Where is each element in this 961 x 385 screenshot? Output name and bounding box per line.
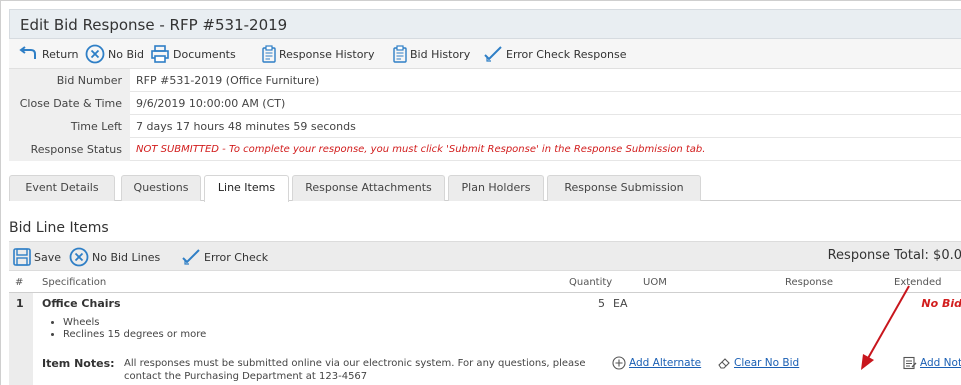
tab-line-items[interactable]: Line Items bbox=[204, 175, 289, 202]
col-extended-header: Extended bbox=[894, 277, 942, 288]
tab-response-submission[interactable]: Response Submission bbox=[547, 175, 701, 201]
table-row: 1 Office Chairs 5 EA No Bid Wheels Recli… bbox=[9, 293, 961, 385]
page-frame: Edit Bid Response - RFP #531-2019 Return… bbox=[0, 0, 961, 385]
list-item: Reclines 15 degrees or more bbox=[63, 329, 206, 341]
pencil-check-icon bbox=[484, 46, 502, 62]
line-number-cell: 1 bbox=[9, 293, 33, 385]
line-items-header: # Specification Quantity UOM Response Ex… bbox=[9, 275, 961, 293]
close-date-value: 9/6/2019 10:00:00 AM (CT) bbox=[136, 97, 286, 110]
list-item: Wheels bbox=[63, 317, 206, 329]
error-check-response-button[interactable]: Error Check Response bbox=[483, 44, 626, 64]
main-toolbar: Return No Bid Documents Response History… bbox=[9, 39, 961, 69]
documents-button[interactable]: Documents bbox=[150, 44, 236, 64]
clear-no-bid-link[interactable]: Clear No Bid bbox=[717, 356, 799, 370]
col-specification-header: Specification bbox=[42, 277, 107, 288]
item-notes-text: All responses must be submitted online v… bbox=[124, 358, 586, 382]
add-alternate-link[interactable]: Add Alternate bbox=[612, 356, 701, 370]
no-bid-button[interactable]: No Bid bbox=[85, 44, 144, 64]
close-date-label: Close Date & Time bbox=[9, 92, 130, 115]
circle-plus-icon bbox=[612, 356, 626, 370]
tab-questions[interactable]: Questions bbox=[121, 175, 201, 201]
bid-info-table: Bid Number RFP #531-2019 (Office Furnitu… bbox=[9, 69, 961, 161]
response-status-row: Response Status NOT SUBMITTED - To compl… bbox=[9, 138, 961, 161]
tab-plan-holders[interactable]: Plan Holders bbox=[448, 175, 544, 201]
clipboard-icon bbox=[393, 45, 407, 63]
line-uom: EA bbox=[613, 297, 628, 310]
col-uom-header: UOM bbox=[643, 277, 667, 288]
tab-bar: Event Details Questions Line Items Respo… bbox=[9, 171, 961, 202]
clipboard-icon bbox=[262, 45, 276, 63]
bid-number-row: Bid Number RFP #531-2019 (Office Furnitu… bbox=[9, 69, 961, 92]
no-bid-lines-button[interactable]: No Bid Lines bbox=[69, 247, 160, 267]
circle-x-icon bbox=[85, 44, 105, 64]
col-number-header: # bbox=[15, 277, 24, 288]
line-quantity: 5 bbox=[598, 297, 605, 310]
time-left-row: Time Left 7 days 17 hours 48 minutes 59 … bbox=[9, 115, 961, 138]
col-quantity-header: Quantity bbox=[569, 277, 613, 288]
time-left-label: Time Left bbox=[9, 115, 130, 138]
section-title: Bid Line Items bbox=[9, 220, 109, 236]
save-button[interactable]: Save bbox=[13, 247, 61, 267]
col-response-header: Response bbox=[785, 277, 834, 288]
page-title: Edit Bid Response - RFP #531-2019 bbox=[20, 16, 288, 34]
line-number: 1 bbox=[16, 297, 24, 310]
response-history-button[interactable]: Response History bbox=[262, 44, 374, 64]
bid-number-label: Bid Number bbox=[9, 69, 130, 92]
eraser-icon bbox=[718, 358, 730, 369]
line-items-toolbar: Save No Bid Lines Error Check Response T… bbox=[9, 241, 961, 271]
line-extended: No Bid bbox=[921, 297, 961, 310]
item-notes-label: Item Notes: bbox=[42, 357, 115, 370]
line-specification: Office Chairs bbox=[42, 297, 121, 310]
return-arrow-icon bbox=[19, 46, 36, 59]
floppy-disk-icon bbox=[13, 248, 31, 266]
time-left-value: 7 days 17 hours 48 minutes 59 seconds bbox=[136, 120, 356, 133]
bid-history-button[interactable]: Bid History bbox=[393, 44, 470, 64]
bid-number-value: RFP #531-2019 (Office Furniture) bbox=[136, 74, 320, 87]
circle-x-icon bbox=[69, 247, 89, 267]
return-button[interactable]: Return bbox=[17, 44, 79, 64]
response-total: Response Total: $0.0 bbox=[827, 248, 961, 263]
response-status-value: NOT SUBMITTED - To complete your respons… bbox=[136, 144, 706, 155]
tab-event-details[interactable]: Event Details bbox=[9, 175, 115, 201]
add-note-link[interactable]: Add Note bbox=[903, 356, 961, 370]
error-check-button[interactable]: Error Check bbox=[181, 247, 268, 267]
response-status-label: Response Status bbox=[9, 138, 130, 161]
printer-icon bbox=[151, 45, 169, 63]
tab-response-attachments[interactable]: Response Attachments bbox=[292, 175, 445, 201]
pencil-check-icon bbox=[182, 249, 200, 265]
title-bar: Edit Bid Response - RFP #531-2019 bbox=[9, 9, 961, 39]
close-date-row: Close Date & Time 9/6/2019 10:00:00 AM (… bbox=[9, 92, 961, 115]
note-icon bbox=[903, 356, 917, 370]
spec-bullet-list: Wheels Reclines 15 degrees or more bbox=[63, 317, 206, 341]
